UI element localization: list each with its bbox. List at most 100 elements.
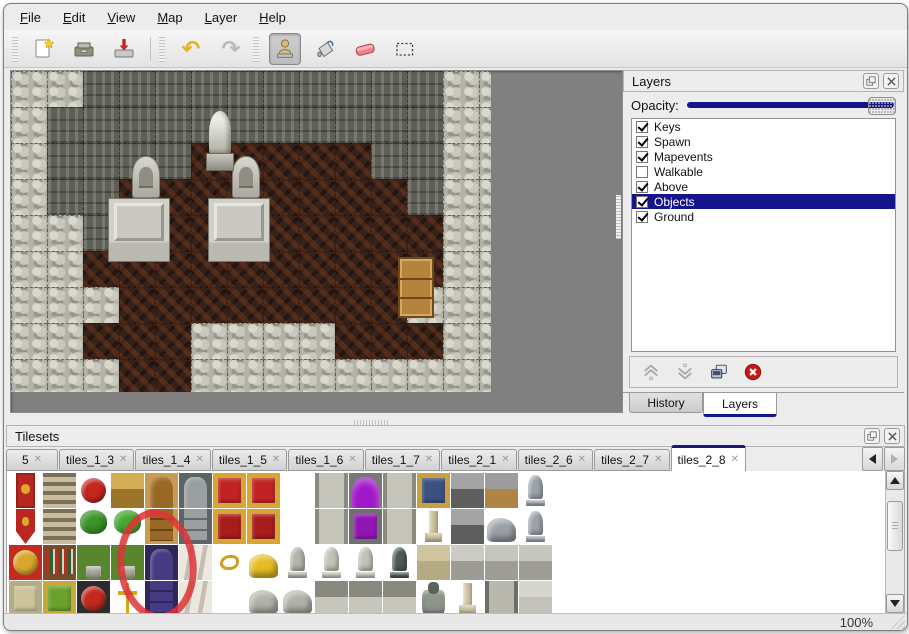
tile-lid_gray[interactable] [451, 473, 484, 508]
tile-door_purple_b[interactable] [145, 581, 178, 614]
close-panel-button[interactable] [883, 73, 899, 89]
tile-obelisk_s[interactable] [451, 581, 484, 614]
tile-knight[interactable] [519, 509, 552, 544]
tile-gate_metal_t[interactable] [179, 473, 212, 508]
move-layer-up-button[interactable] [640, 361, 662, 383]
layer-row-spawn[interactable]: Spawn [632, 134, 895, 149]
tile-books[interactable] [43, 545, 76, 580]
layer-visibility-checkbox[interactable] [636, 196, 648, 208]
tile-rack[interactable] [43, 509, 76, 544]
tileset-tab-tiles_2_1[interactable]: tiles_2_1✕ [441, 449, 516, 471]
tile-block_a[interactable] [485, 545, 518, 580]
opacity-slider-track[interactable] [687, 102, 894, 108]
tileset-view[interactable] [6, 471, 905, 614]
tile-rock[interactable] [247, 581, 280, 614]
tile-empty[interactable] [213, 581, 246, 614]
tile-throne_purple_b[interactable] [349, 509, 382, 544]
layer-visibility-checkbox[interactable] [636, 181, 648, 193]
tile-pouf_red[interactable] [77, 473, 110, 508]
stamp-tool-button[interactable] [269, 33, 301, 65]
tab-close-icon[interactable]: ✕ [272, 455, 280, 465]
tile-pillar[interactable] [383, 473, 416, 508]
tile-block_b[interactable] [519, 581, 552, 614]
menu-view[interactable]: View [103, 8, 139, 27]
tile-cross_gold[interactable] [111, 581, 144, 614]
tile-flag_green[interactable] [43, 581, 76, 614]
toolbar-gripper[interactable] [159, 36, 165, 62]
tile-bush_b[interactable] [111, 545, 144, 580]
tile-map_tan[interactable] [9, 581, 42, 614]
tile-gate_metal_b[interactable] [179, 509, 212, 544]
tileset-tab-5[interactable]: 5✕ [6, 449, 58, 471]
layer-visibility-checkbox[interactable] [636, 151, 648, 163]
tab-close-icon[interactable]: ✕ [501, 455, 509, 465]
dock-tab-layers[interactable]: Layers [703, 393, 777, 417]
tileset-tab-tiles_1_4[interactable]: tiles_1_4✕ [135, 449, 210, 471]
tile-throne_purple[interactable] [349, 473, 382, 508]
float-tilesets-button[interactable] [864, 428, 880, 444]
menu-map[interactable]: Map [153, 8, 186, 27]
scroll-up-button[interactable] [886, 471, 904, 490]
tile-lid_gray[interactable] [451, 509, 484, 544]
tile-rubble[interactable] [485, 509, 518, 544]
opacity-slider[interactable] [687, 97, 896, 113]
tile-portrait[interactable] [417, 473, 450, 508]
new-file-button[interactable] [28, 33, 60, 65]
float-panel-button[interactable] [863, 73, 879, 89]
layer-visibility-checkbox[interactable] [636, 136, 648, 148]
layer-row-walkable[interactable]: Walkable [632, 164, 895, 179]
map-canvas[interactable] [11, 71, 491, 392]
tile-obelisk_t[interactable] [417, 509, 450, 544]
tab-close-icon[interactable]: ✕ [654, 455, 662, 465]
tile-block_a[interactable] [519, 545, 552, 580]
layer-visibility-checkbox[interactable] [636, 121, 648, 133]
duplicate-layer-button[interactable] [708, 361, 730, 383]
tile-throne_red[interactable] [213, 473, 246, 508]
menu-layer[interactable]: Layer [201, 8, 242, 27]
tileset-tab-tiles_2_7[interactable]: tiles_2_7✕ [594, 449, 669, 471]
tile-pillar_shaft[interactable] [485, 581, 518, 614]
tile-obelisk_b[interactable] [417, 545, 450, 580]
tab-close-icon[interactable]: ✕ [195, 455, 203, 465]
tileset-tab-tiles_1_6[interactable]: tiles_1_6✕ [288, 449, 363, 471]
tile-barrel[interactable] [417, 581, 450, 614]
layer-row-mapevents[interactable]: Mapevents [632, 149, 895, 164]
resize-grip[interactable] [889, 615, 905, 629]
fill-tool-button[interactable] [309, 33, 341, 65]
tile-rock[interactable] [281, 581, 314, 614]
select-tool-button[interactable] [389, 33, 421, 65]
tile-chest_gold[interactable] [111, 473, 144, 508]
tileset-tab-tiles_2_6[interactable]: tiles_2_6✕ [518, 449, 593, 471]
tile-shelf_pouf[interactable] [77, 581, 110, 614]
tab-close-icon[interactable]: ✕ [348, 455, 356, 465]
move-layer-down-button[interactable] [674, 361, 696, 383]
menu-help[interactable]: Help [255, 8, 290, 27]
undo-button[interactable]: ↶ [175, 33, 207, 65]
tile-banner_red[interactable] [9, 473, 42, 508]
tile-angel[interactable] [349, 545, 382, 580]
tileset-tab-tiles_1_5[interactable]: tiles_1_5✕ [212, 449, 287, 471]
redo-button[interactable]: ↷ [215, 33, 247, 65]
open-map-button[interactable] [68, 33, 100, 65]
scroll-down-button[interactable] [886, 594, 904, 613]
tile-angel[interactable] [315, 545, 348, 580]
tile-door_purple_t[interactable] [145, 545, 178, 580]
layer-visibility-checkbox[interactable] [636, 166, 648, 178]
tile-pillar_top[interactable] [451, 545, 484, 580]
tileset-tab-tiles_2_8[interactable]: tiles_2_8✕ [671, 445, 746, 472]
close-tilesets-button[interactable] [884, 428, 900, 444]
tile-bush_t[interactable] [111, 509, 144, 544]
tile-pillar[interactable] [315, 473, 348, 508]
layer-row-above[interactable]: Above [632, 179, 895, 194]
tile-banner_red_b[interactable] [9, 509, 42, 544]
menu-edit[interactable]: Edit [59, 8, 89, 27]
tile-pillar[interactable] [315, 509, 348, 544]
delete-layer-button[interactable] [742, 361, 764, 383]
tile-hood_statue[interactable] [281, 545, 314, 580]
tile-statue_base[interactable] [349, 581, 382, 614]
scrollbar-thumb[interactable] [887, 501, 903, 551]
scroll-tabs-left-button[interactable] [862, 447, 883, 471]
tile-pillar[interactable] [383, 509, 416, 544]
tile-throne_red_b[interactable] [213, 509, 246, 544]
tab-close-icon[interactable]: ✕ [731, 455, 739, 465]
